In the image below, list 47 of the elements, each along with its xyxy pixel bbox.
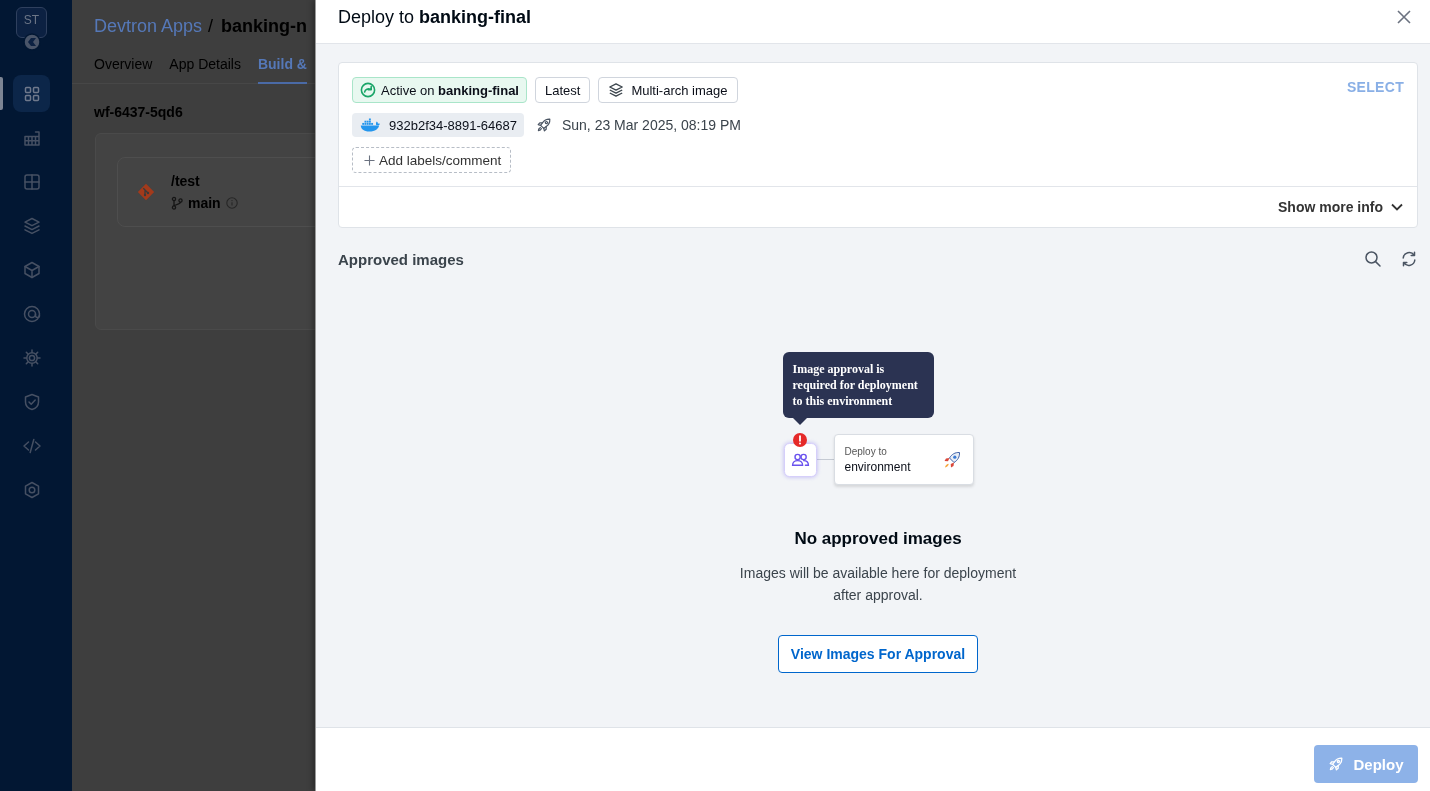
cube-icon	[21, 259, 42, 280]
layers-icon	[21, 215, 42, 236]
window-grid-icon	[21, 171, 42, 192]
workspace-badge[interactable]: ST	[16, 7, 47, 38]
rocket-icon	[1328, 756, 1345, 772]
nav-button[interactable]	[13, 75, 50, 112]
cog-icon	[21, 347, 42, 368]
breadcrumb-separator: /	[208, 15, 214, 37]
connector-line	[816, 459, 834, 460]
close-icon[interactable]	[1396, 9, 1412, 25]
source-path: /test	[171, 172, 201, 190]
digest-text: 932b2f34-8891-64687	[389, 117, 517, 133]
section-title: Approved images	[338, 250, 464, 268]
app-name: banking-n	[221, 15, 308, 37]
at-sign-icon	[21, 303, 42, 324]
tag-text: Multi-arch image	[631, 82, 728, 98]
add-labels-button[interactable]: Add labels/comment	[352, 147, 512, 173]
tag: Latest	[535, 77, 591, 103]
whale-icon	[360, 118, 380, 132]
rocket-icon	[535, 117, 552, 133]
tab[interactable]: Overview	[94, 52, 153, 84]
show-more-button[interactable]: Show more info	[1278, 199, 1404, 215]
search-icon[interactable]	[1364, 250, 1382, 268]
branch-icon	[171, 196, 183, 210]
node-label: environment	[844, 458, 911, 475]
empty-state-heading: No approved images	[794, 528, 962, 550]
empty-state-message: Images will be available here for deployment after approval.	[738, 564, 1018, 605]
logo-icon	[22, 33, 42, 51]
workflow-name: wf-6437-5qd6	[94, 104, 184, 120]
tooltip: Image approval is required for deployment to this environment	[782, 352, 934, 425]
tag-text: Active on banking-final	[381, 82, 519, 98]
tab[interactable]: Build &	[257, 52, 307, 84]
tab[interactable]: App Details	[169, 52, 241, 84]
rocket-icon	[942, 450, 961, 469]
deploy-time: Sun, 23 Mar 2025, 08:19 PM	[561, 117, 741, 133]
git-icon	[137, 183, 155, 201]
view-approval-button[interactable]: View Images For Approval	[778, 635, 978, 673]
breadcrumb-link[interactable]: Devtron Apps	[94, 15, 203, 37]
info-icon	[225, 197, 238, 209]
users-icon	[783, 442, 817, 477]
layers-icon	[608, 82, 625, 98]
alert-icon	[792, 432, 807, 447]
branch-name: main	[188, 194, 221, 212]
node-caption: Deploy to	[844, 444, 888, 459]
refresh-icon[interactable]	[1400, 250, 1418, 268]
modal-title: Deploy to banking-final	[338, 6, 532, 29]
plus-icon	[364, 154, 375, 166]
